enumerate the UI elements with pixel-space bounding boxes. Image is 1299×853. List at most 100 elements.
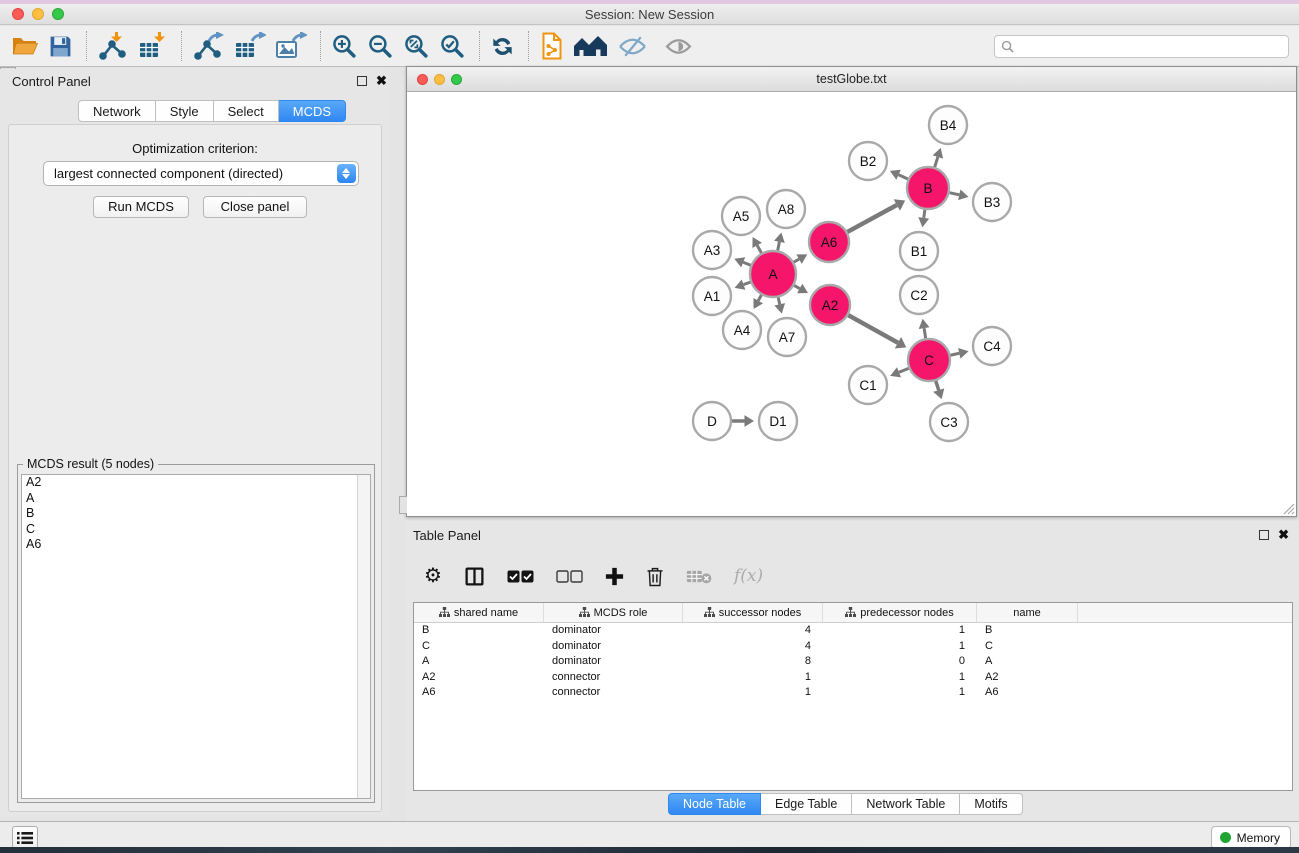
network-node-A3[interactable]: A3 — [693, 231, 731, 269]
network-canvas[interactable]: AA6A2BCA5A8A3A1A4A7B4B2B3B1C2C4C1C3DD1 — [407, 92, 1296, 516]
table-row[interactable]: A2connector11A2 — [414, 670, 1292, 686]
export-table-icon[interactable] — [233, 29, 266, 63]
network-node-D1[interactable]: D1 — [759, 402, 797, 440]
save-session-icon[interactable] — [48, 29, 73, 63]
export-network-icon[interactable] — [192, 29, 224, 63]
network-node-C3[interactable]: C3 — [930, 403, 968, 441]
export-image-icon[interactable] — [275, 29, 307, 63]
delete-column-icon[interactable] — [646, 566, 664, 587]
network-node-A7[interactable]: A7 — [768, 318, 806, 356]
network-edge-A-A1[interactable] — [735, 280, 751, 290]
tab-network-table[interactable]: Network Table — [852, 793, 960, 815]
network-edge-A-A6[interactable] — [794, 254, 807, 263]
network-edge-A-A3[interactable] — [734, 257, 750, 267]
tab-select[interactable]: Select — [214, 100, 279, 122]
task-history-button[interactable] — [12, 826, 38, 849]
network-node-B2[interactable]: B2 — [849, 142, 887, 180]
zoom-in-icon[interactable] — [331, 29, 358, 63]
open-file-icon[interactable] — [12, 29, 39, 63]
float-panel-icon[interactable] — [357, 76, 367, 86]
table-row[interactable]: Adominator80A — [414, 654, 1292, 670]
search-input[interactable] — [1018, 37, 1288, 56]
mcds-result-item[interactable]: A — [22, 491, 370, 507]
network-edge-C-C1[interactable] — [890, 367, 908, 377]
table-row[interactable]: Bdominator41B — [414, 623, 1292, 639]
network-edge-C-C2[interactable] — [919, 319, 930, 339]
network-node-C2[interactable]: C2 — [900, 276, 938, 314]
network-edge-B-B3[interactable] — [949, 190, 968, 201]
select-all-icon[interactable] — [507, 570, 534, 583]
network-node-C4[interactable]: C4 — [973, 327, 1011, 365]
tab-node-table[interactable]: Node Table — [668, 793, 761, 815]
network-node-A1[interactable]: A1 — [693, 277, 731, 315]
network-node-D[interactable]: D — [693, 402, 731, 440]
column-header-MCDS-role[interactable]: MCDS role — [544, 603, 683, 622]
tab-mcds[interactable]: MCDS — [279, 100, 346, 122]
table-row[interactable]: Cdominator41C — [414, 639, 1292, 655]
network-node-C1[interactable]: C1 — [849, 366, 887, 404]
network-edge-A2-C[interactable] — [848, 315, 906, 348]
deselect-all-icon[interactable] — [556, 570, 583, 583]
tab-style[interactable]: Style — [156, 100, 214, 122]
memory-button[interactable]: Memory — [1211, 826, 1291, 849]
network-edge-A6-B[interactable] — [847, 199, 905, 232]
network-edge-C-C4[interactable] — [950, 348, 968, 359]
tab-network[interactable]: Network — [78, 100, 156, 122]
search-box[interactable] — [994, 35, 1289, 58]
float-panel-icon[interactable] — [1259, 530, 1269, 540]
tab-edge-table[interactable]: Edge Table — [761, 793, 852, 815]
network-node-B1[interactable]: B1 — [900, 232, 938, 270]
column-header-shared-name[interactable]: shared name — [414, 603, 544, 622]
import-table-icon[interactable] — [137, 29, 168, 63]
mcds-result-item[interactable]: B — [22, 506, 370, 522]
tab-motifs[interactable]: Motifs — [960, 793, 1022, 815]
column-header-predecessor-nodes[interactable]: predecessor nodes — [823, 603, 977, 622]
network-edge-A-A8[interactable] — [774, 233, 785, 251]
network-window-titlebar[interactable]: testGlobe.txt — [407, 67, 1296, 92]
table-row[interactable]: A6connector11A6 — [414, 685, 1292, 701]
network-node-B3[interactable]: B3 — [973, 183, 1011, 221]
network-node-A4[interactable]: A4 — [723, 311, 761, 349]
network-edge-D-D1[interactable] — [732, 415, 754, 427]
run-mcds-button[interactable]: Run MCDS — [93, 196, 189, 218]
hide-graphics-details-icon[interactable] — [617, 29, 648, 63]
scrollbar-track[interactable] — [357, 475, 370, 798]
zoom-fit-icon[interactable] — [403, 29, 430, 63]
resize-grip-icon[interactable] — [1282, 502, 1295, 515]
network-node-C[interactable]: C — [908, 339, 950, 381]
network-node-A5[interactable]: A5 — [722, 197, 760, 235]
show-graphics-details-icon[interactable] — [665, 29, 692, 63]
network-edge-A-A5[interactable] — [752, 237, 762, 253]
network-edge-C-C3[interactable] — [933, 381, 944, 399]
home-icon[interactable] — [573, 29, 608, 63]
mcds-result-item[interactable]: C — [22, 522, 370, 538]
network-edge-A-A7[interactable] — [774, 297, 785, 313]
close-panel-icon[interactable]: ✖ — [376, 76, 387, 86]
column-header-name[interactable]: name — [977, 603, 1078, 622]
network-edge-B-B2[interactable] — [890, 170, 908, 180]
table-settings-icon[interactable]: ⚙ — [424, 566, 442, 586]
network-node-B[interactable]: B — [907, 167, 949, 209]
network-node-A2[interactable]: A2 — [810, 285, 850, 325]
network-edge-B-B4[interactable] — [933, 148, 943, 167]
network-edge-A-A2[interactable] — [794, 284, 808, 294]
criterion-dropdown[interactable]: largest connected component (directed) — [43, 161, 359, 186]
import-network-from-file-icon[interactable] — [539, 29, 564, 63]
add-column-icon[interactable] — [605, 567, 624, 586]
zoom-out-icon[interactable] — [367, 29, 394, 63]
network-node-B4[interactable]: B4 — [929, 106, 967, 144]
network-node-A8[interactable]: A8 — [767, 190, 805, 228]
network-edge-A-A4[interactable] — [753, 295, 763, 309]
function-builder-icon[interactable]: f(x) — [734, 566, 763, 586]
close-panel-icon[interactable]: ✖ — [1278, 530, 1289, 540]
mcds-result-item[interactable]: A6 — [22, 537, 370, 553]
show-columns-icon[interactable] — [464, 566, 485, 587]
splitter-handle[interactable] — [399, 496, 407, 514]
mcds-result-item[interactable]: A2 — [22, 475, 370, 491]
import-network-icon[interactable] — [97, 29, 128, 63]
close-panel-button[interactable]: Close panel — [203, 196, 307, 218]
zoom-selected-icon[interactable] — [439, 29, 466, 63]
network-edge-B-B1[interactable] — [918, 210, 929, 227]
network-node-A6[interactable]: A6 — [809, 222, 849, 262]
column-header-successor-nodes[interactable]: successor nodes — [683, 603, 823, 622]
